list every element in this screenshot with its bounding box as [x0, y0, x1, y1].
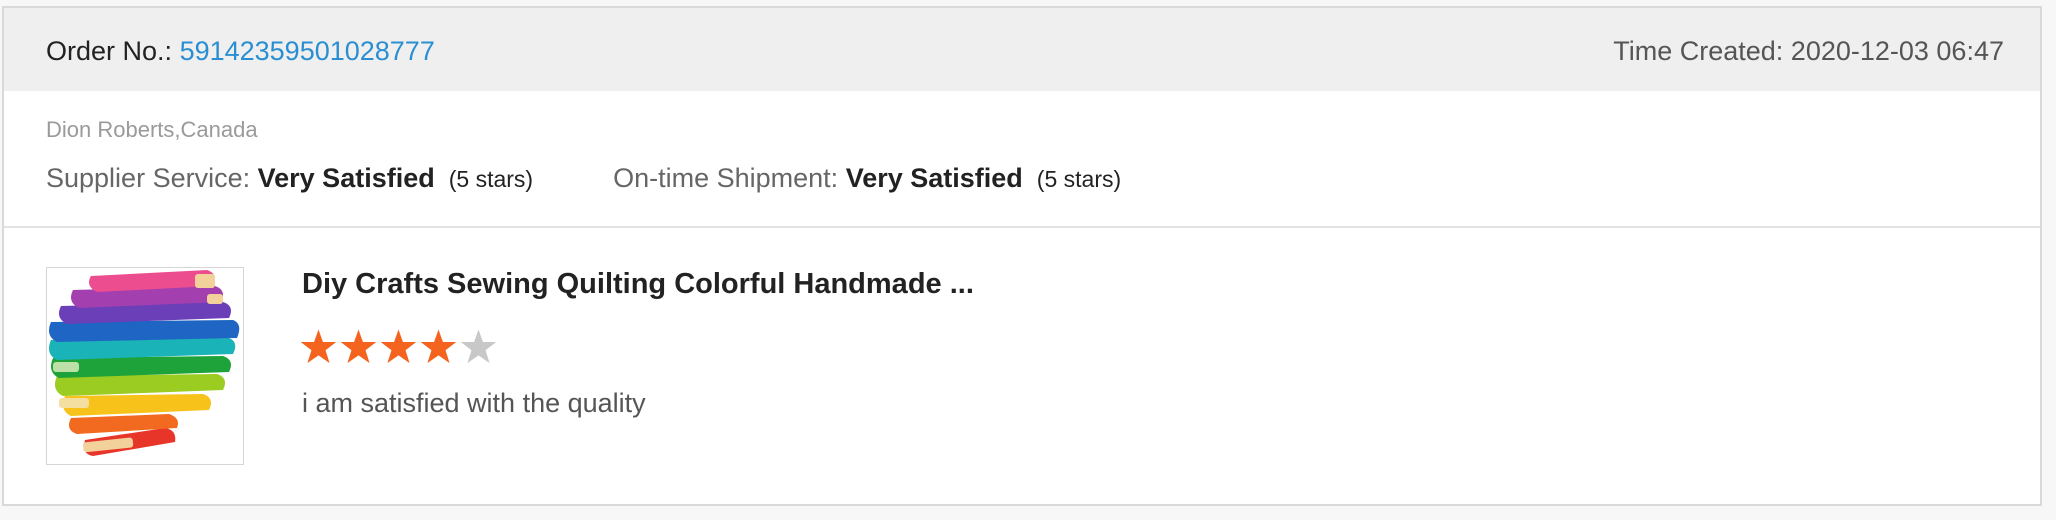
- star-filled-icon: [420, 329, 457, 364]
- star-filled-icon: [300, 329, 337, 364]
- star-filled-icon: [340, 329, 377, 364]
- on-time-shipment-stars-text: (5 stars): [1036, 166, 1122, 192]
- feedback-card: Order No.: 59142359501028777 Time Create…: [2, 6, 2042, 506]
- order-header: Order No.: 59142359501028777 Time Create…: [4, 8, 2040, 91]
- supplier-service-stars-text: (5 stars): [448, 166, 534, 192]
- on-time-shipment-value: Very Satisfied: [845, 163, 1023, 193]
- product-star-rating: [300, 328, 500, 368]
- on-time-shipment-label: On-time Shipment:: [613, 163, 839, 193]
- supplier-service-label: Supplier Service:: [46, 163, 251, 193]
- supplier-service-rating: Supplier Service: Very Satisfied (5 stars…: [46, 163, 533, 194]
- review-text: i am satisfied with the quality: [302, 388, 646, 418]
- order-number-label: Order No.:: [46, 36, 173, 66]
- star-empty-icon: [460, 329, 497, 364]
- rainbow-fabric-stack-image: [47, 268, 243, 464]
- supplier-service-value: Very Satisfied: [257, 163, 435, 193]
- customer-name-location: Dion Roberts,Canada: [46, 117, 258, 142]
- service-ratings-row: Supplier Service: Very Satisfied (5 stars…: [46, 163, 1121, 194]
- order-number-row: Order No.: 59142359501028777: [46, 36, 435, 67]
- section-divider: [4, 226, 2040, 228]
- time-created: Time Created: 2020-12-03 06:47: [1613, 36, 2004, 66]
- on-time-shipment-rating: On-time Shipment: Very Satisfied (5 stars…: [613, 163, 1121, 194]
- star-filled-icon: [380, 329, 417, 364]
- product-title[interactable]: Diy Crafts Sewing Quilting Colorful Hand…: [302, 268, 974, 301]
- product-thumbnail[interactable]: [46, 267, 244, 465]
- order-number-link[interactable]: 59142359501028777: [180, 36, 435, 66]
